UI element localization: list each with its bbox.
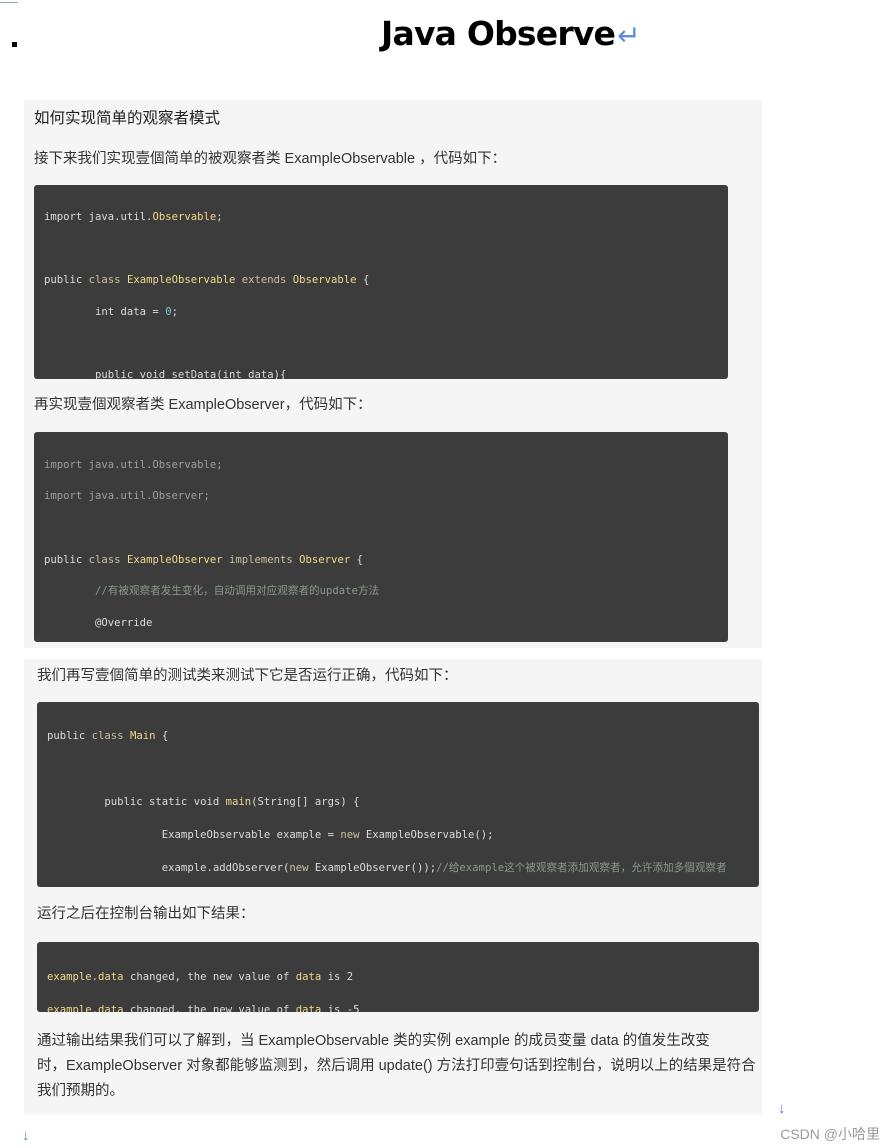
page-title: Java Observe↵ [381, 14, 641, 53]
code-line: import java.util.Observable; [44, 458, 223, 471]
code-line: import java.util.Observer; [44, 490, 210, 503]
code-line: example.addObserver(new ExampleObserver(… [47, 861, 727, 874]
code-block-main[interactable]: public class Main { public static void m… [37, 702, 759, 887]
code-line: public class ExampleObserver implements … [44, 553, 363, 566]
intro-test: 我们再写壹個简单的测试类来测试下它是否运行正确，代码如下： [37, 668, 458, 684]
watermark: CSDN @小哈里 [780, 1126, 880, 1142]
paragraph-mark-icon: ↓ [778, 1100, 786, 1117]
bullet-marker [12, 42, 17, 47]
intro-observer: 再实现壹個观察者类 ExampleObserver，代码如下： [34, 397, 372, 413]
section-heading: 如何实现简单的观察者模式 [34, 110, 221, 127]
code-block-observable[interactable]: import java.util.Observable; public clas… [34, 185, 728, 379]
console-line: example.data changed, the new value of d… [47, 971, 354, 984]
code-line: @Override [44, 616, 153, 629]
conclusion-paragraph: 通过输出结果我们可以了解到，当 ExampleObservable 类的实例 e… [37, 1029, 757, 1104]
intro-observable: 接下来我们实现壹個简单的被观察者类 ExampleObservable ，代码如… [34, 151, 507, 167]
code-line: import java.util.Observable; [44, 210, 223, 223]
code-line: int data = 0; [44, 305, 178, 318]
code-line: public static void main(String[] args) { [47, 796, 360, 809]
code-line: public class ExampleObservable extends O… [44, 273, 370, 286]
code-line: public class Main { [47, 730, 169, 743]
console-line: example.data changed, the new value of d… [47, 1004, 360, 1012]
intro-output: 运行之后在控制台输出如下结果： [37, 906, 255, 922]
page-corner-mark [0, 0, 18, 3]
conclusion-line: 通过输出结果我们可以了解到，当 ExampleObservable 类的实例 e… [37, 1033, 710, 1049]
conclusion-line: 我们预期的。 [37, 1083, 124, 1099]
code-line: //有被观察者发生变化，自动调用对应观察者的update方法 [44, 585, 380, 598]
paragraph-mark-icon: ↓ [22, 1127, 30, 1144]
return-mark-icon: ↵ [617, 19, 640, 52]
conclusion-line: 时，ExampleObserver 对象都能够监测到，然后调用 update()… [37, 1058, 756, 1074]
console-output-block[interactable]: example.data changed, the new value of d… [37, 942, 759, 1012]
code-line: public void setData(int data){ [44, 368, 287, 379]
code-block-observer[interactable]: import java.util.Observable; import java… [34, 432, 728, 642]
code-line: ExampleObservable example = new ExampleO… [47, 828, 494, 841]
